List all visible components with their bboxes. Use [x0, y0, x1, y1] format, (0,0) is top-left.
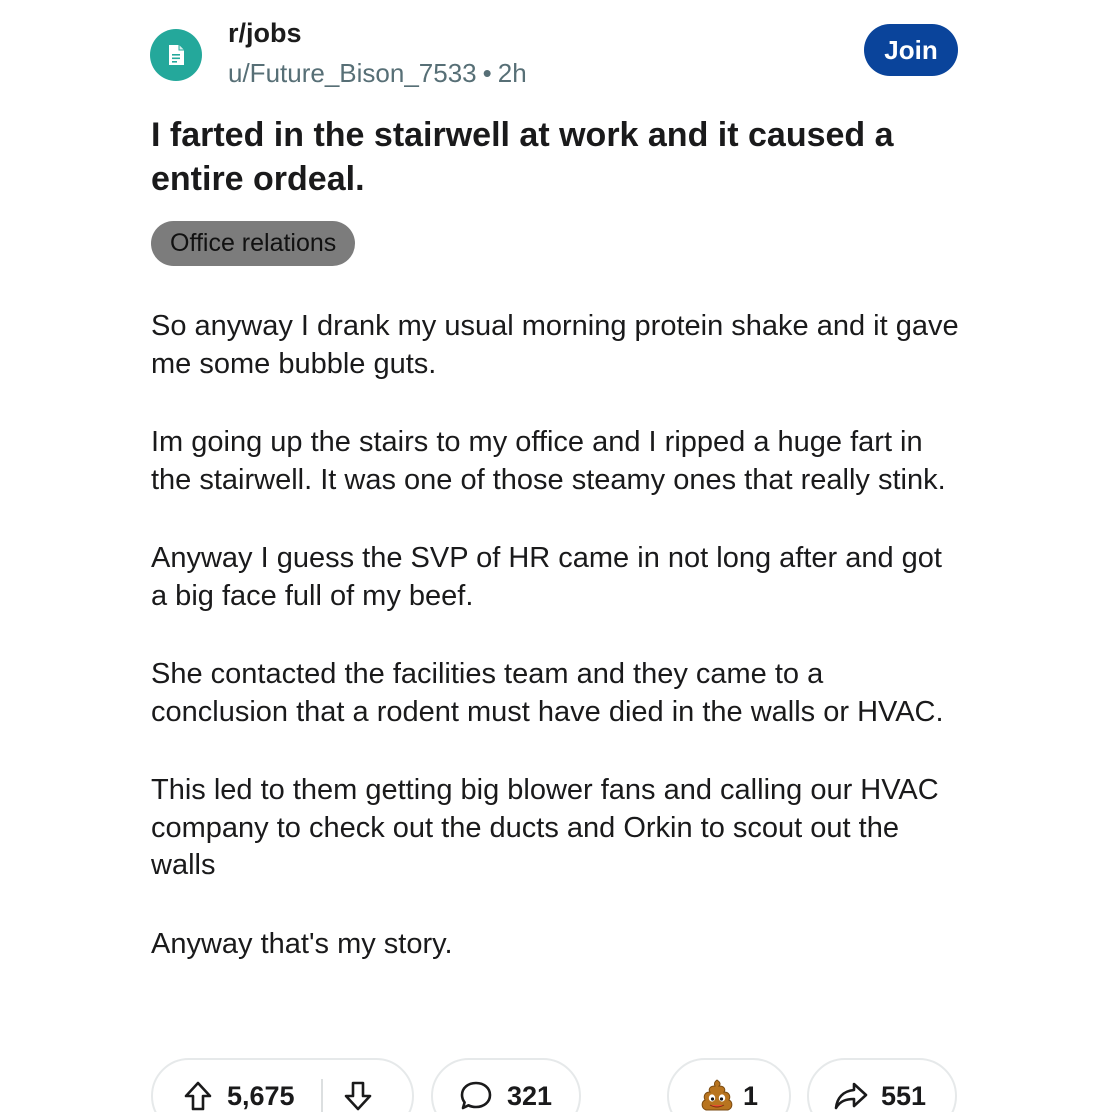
- body-paragraph: She contacted the facilities team and th…: [151, 658, 944, 728]
- post-body: So anyway I drank my usual morning prote…: [151, 308, 966, 1004]
- body-paragraph: This led to them getting big blower fans…: [151, 774, 939, 881]
- author-name[interactable]: u/Future_Bison_7533: [228, 58, 477, 88]
- upvote-count: 5,675: [227, 1080, 295, 1111]
- join-button[interactable]: Join: [864, 24, 958, 76]
- share-arrow-icon: [833, 1080, 869, 1112]
- comment-count: 321: [507, 1080, 553, 1111]
- post-title: I farted in the stairwell at work and it…: [151, 116, 894, 198]
- downvote-arrow-icon[interactable]: [343, 1080, 373, 1112]
- upvote-arrow-icon[interactable]: [183, 1080, 213, 1112]
- share-button[interactable]: 551: [807, 1058, 957, 1112]
- award-button[interactable]: 1: [667, 1058, 791, 1112]
- body-paragraph: Im going up the stairs to my office and …: [151, 426, 946, 496]
- poop-award-icon: [699, 1078, 735, 1112]
- body-paragraph: So anyway I drank my usual morning prote…: [151, 310, 959, 380]
- comments-button[interactable]: 321: [431, 1058, 581, 1112]
- body-paragraph: Anyway I guess the SVP of HR came in not…: [151, 542, 942, 612]
- share-count: 551: [881, 1080, 927, 1111]
- comment-bubble-icon: [459, 1080, 493, 1112]
- vote-divider: [320, 1079, 323, 1112]
- body-paragraph: Anyway that's my story.: [151, 927, 453, 960]
- award-count: 1: [743, 1080, 759, 1111]
- post-header: r/jobs u/Future_Bison_7533 • 2h Join: [150, 18, 960, 88]
- post-actions: 5,675 321 1 551: [151, 1058, 961, 1112]
- subreddit-avatar[interactable]: [150, 29, 202, 81]
- vote-bar: 5,675: [151, 1058, 414, 1112]
- post-age: 2h: [497, 58, 527, 88]
- post-meta: u/Future_Bison_7533 • 2h: [228, 58, 527, 89]
- meta-separator: •: [482, 58, 492, 88]
- subreddit-document-icon: [163, 42, 189, 68]
- post-flair[interactable]: Office relations: [151, 221, 356, 266]
- subreddit-name[interactable]: r/jobs: [228, 18, 302, 49]
